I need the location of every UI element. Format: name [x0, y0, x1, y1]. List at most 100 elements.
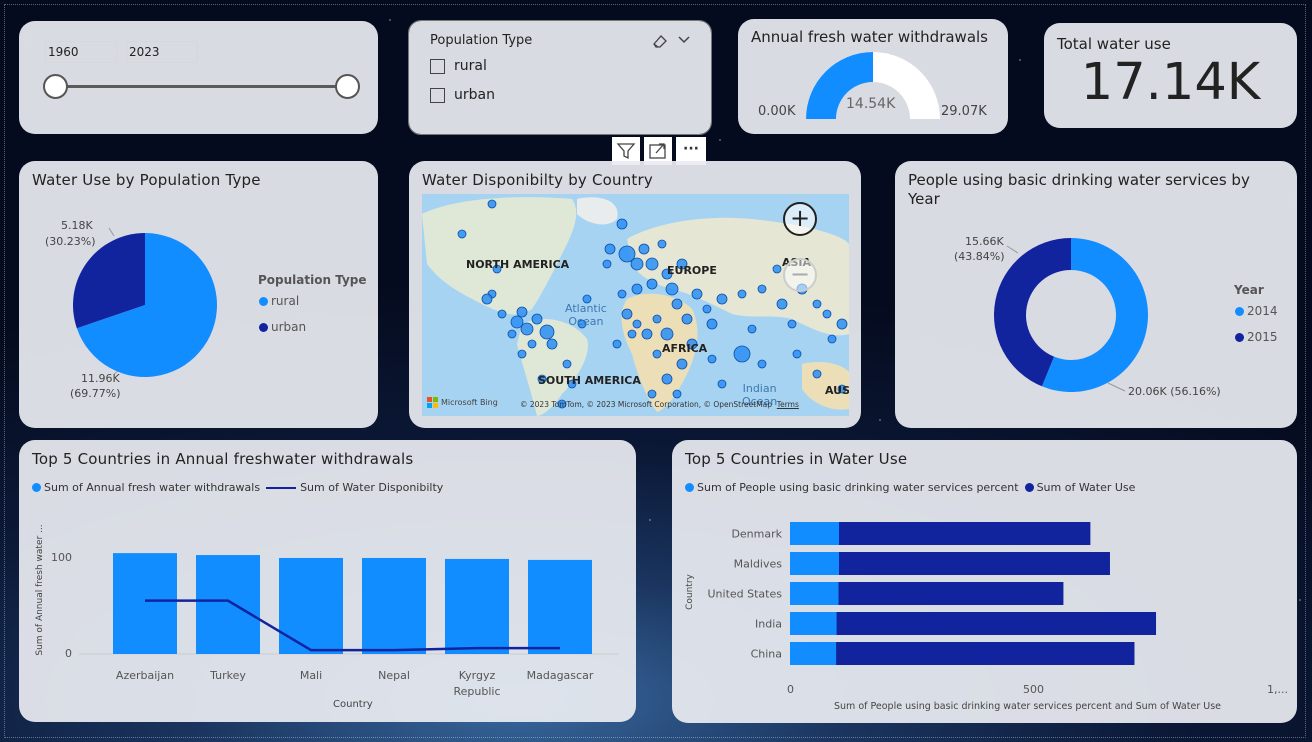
- map-bubble[interactable]: [630, 257, 644, 271]
- option-rural[interactable]: rural: [430, 58, 487, 74]
- pie-legend-rural[interactable]: rural: [259, 294, 299, 308]
- map-bubble[interactable]: [546, 338, 558, 350]
- map-bubble[interactable]: [792, 349, 802, 359]
- kpi-title: Total water use: [1057, 35, 1171, 53]
- map-bubble[interactable]: [681, 313, 693, 325]
- hbar-ytick-label: China: [751, 648, 782, 661]
- end-year-input[interactable]: 2023: [126, 41, 198, 63]
- map-bubble[interactable]: [660, 327, 674, 341]
- zoom-in-button[interactable]: +: [783, 202, 817, 236]
- map-bubble[interactable]: [616, 218, 628, 230]
- map-bubble[interactable]: [716, 293, 728, 305]
- map-bubble[interactable]: [776, 298, 788, 310]
- eraser-icon[interactable]: [651, 33, 669, 49]
- map-bubble[interactable]: [527, 339, 537, 349]
- map-bubble[interactable]: [632, 319, 642, 329]
- map-bubble[interactable]: [702, 304, 712, 314]
- map-bubble[interactable]: [822, 309, 832, 319]
- hbar-segment-maldives-1[interactable]: [839, 552, 1110, 575]
- pie-legend-urban[interactable]: urban: [259, 320, 306, 334]
- hbar-segment-united-states-1[interactable]: [838, 582, 1064, 605]
- chevron-down-icon[interactable]: [677, 35, 691, 45]
- map-bubble[interactable]: [647, 389, 657, 399]
- hbar-segment-denmark-0[interactable]: [790, 522, 839, 545]
- hbar-segment-united-states-0[interactable]: [790, 582, 839, 605]
- map-bubble[interactable]: [691, 288, 703, 300]
- bar-azerbaijan[interactable]: [113, 553, 177, 654]
- map-bubble[interactable]: [812, 299, 822, 309]
- map-bubble[interactable]: [517, 349, 527, 359]
- map-bubble[interactable]: [747, 324, 757, 334]
- map-bubble[interactable]: [733, 345, 751, 363]
- hbar-segment-maldives-0[interactable]: [790, 552, 839, 575]
- map-bubble[interactable]: [604, 243, 616, 255]
- legend-dot-rural: [259, 297, 268, 306]
- map-bubble[interactable]: [645, 257, 659, 271]
- terms-link[interactable]: Terms: [777, 400, 799, 409]
- map-bubble[interactable]: [757, 284, 767, 294]
- map-bubble[interactable]: [706, 318, 718, 330]
- map-bubble[interactable]: [772, 264, 782, 274]
- map-bubble[interactable]: [516, 306, 528, 318]
- map-bubble[interactable]: [641, 328, 653, 340]
- map-bubble[interactable]: [612, 339, 622, 349]
- bar-mali[interactable]: [279, 557, 343, 654]
- map-bubble[interactable]: [657, 239, 667, 249]
- map-canvas[interactable]: NORTH AMERICA EUROPE ASIA AFRICA SOUTH A…: [422, 194, 849, 416]
- map-bubble[interactable]: [510, 315, 524, 329]
- map-bubble[interactable]: [671, 298, 683, 310]
- slider-end-handle[interactable]: [335, 74, 360, 99]
- map-bubble[interactable]: [602, 259, 612, 269]
- start-year-input[interactable]: 1960: [45, 41, 117, 63]
- hbar-xtick-500: 500: [1023, 683, 1044, 696]
- slider-start-handle[interactable]: [43, 74, 68, 99]
- map-bubble[interactable]: [672, 389, 682, 399]
- map-bubble[interactable]: [737, 289, 747, 299]
- map-bubble[interactable]: [457, 229, 467, 239]
- map-bubble[interactable]: [707, 354, 717, 364]
- bar-madagascar[interactable]: [528, 559, 592, 654]
- map-bubble[interactable]: [676, 358, 688, 370]
- map-bubble[interactable]: [646, 278, 658, 290]
- map-bubble[interactable]: [562, 359, 572, 369]
- map-bubble[interactable]: [621, 308, 633, 320]
- map-bubble[interactable]: [787, 319, 797, 329]
- donut-legend-2015[interactable]: 2015: [1235, 330, 1278, 344]
- map-bubble[interactable]: [481, 293, 493, 305]
- map-bubble[interactable]: [827, 334, 837, 344]
- map-bubble[interactable]: [812, 369, 822, 379]
- hbar-segment-china-1[interactable]: [836, 642, 1135, 665]
- map-bubble[interactable]: [539, 324, 555, 340]
- bar-kyrgyz-republic[interactable]: [445, 558, 509, 654]
- donut-2015-value: 15.66K: [965, 235, 1004, 248]
- hbar-segment-india-1[interactable]: [836, 612, 1157, 635]
- donut-legend-2014[interactable]: 2014: [1235, 304, 1278, 318]
- map-bubble[interactable]: [507, 329, 517, 339]
- map-bubble[interactable]: [617, 289, 627, 299]
- bar-nepal[interactable]: [362, 557, 426, 654]
- map-bubble[interactable]: [520, 322, 534, 336]
- map-bubble[interactable]: [652, 314, 662, 324]
- bar-turkey[interactable]: [196, 555, 260, 654]
- map-bubble[interactable]: [631, 283, 643, 295]
- checkbox-rural[interactable]: [430, 58, 445, 74]
- map-bubble[interactable]: [836, 318, 848, 330]
- map-bubble[interactable]: [627, 329, 637, 339]
- hbar-segment-denmark-1[interactable]: [839, 522, 1091, 545]
- zoom-out-button[interactable]: −: [783, 258, 817, 292]
- map-bubble[interactable]: [665, 282, 679, 296]
- map-bubble[interactable]: [531, 313, 543, 325]
- hbar-segment-india-0[interactable]: [790, 612, 837, 635]
- checkbox-urban[interactable]: [430, 87, 445, 103]
- map-bubble[interactable]: [757, 359, 767, 369]
- map-bubble[interactable]: [717, 379, 727, 389]
- hbar-segment-china-0[interactable]: [790, 642, 837, 665]
- map-bubble[interactable]: [487, 199, 497, 209]
- option-urban[interactable]: urban: [430, 87, 495, 103]
- map-bubble[interactable]: [652, 349, 662, 359]
- map-bubble[interactable]: [638, 243, 650, 255]
- map-bubble[interactable]: [497, 309, 507, 319]
- option-label-urban: urban: [454, 87, 495, 103]
- slider-track[interactable]: [55, 85, 348, 88]
- map-bubble[interactable]: [661, 373, 673, 385]
